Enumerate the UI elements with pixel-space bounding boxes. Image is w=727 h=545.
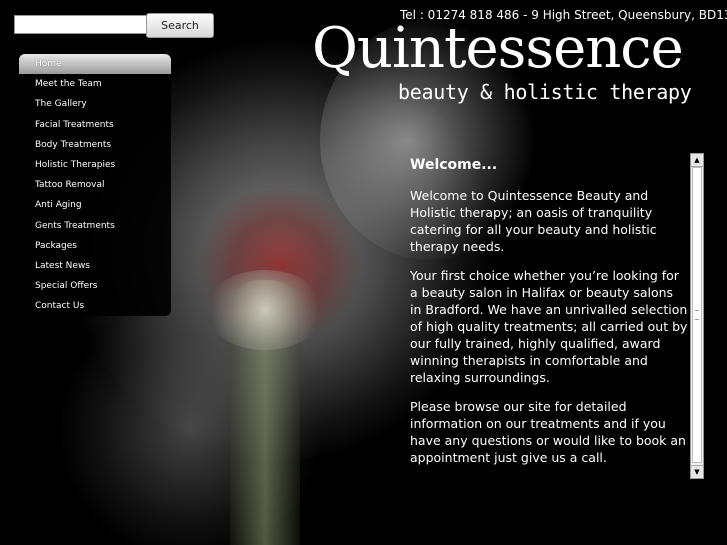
nav-item-meet-the-team[interactable]: Meet the Team <box>19 74 171 94</box>
logo-title[interactable]: Quintessence <box>312 19 684 79</box>
dandelion-seed-head <box>205 270 325 350</box>
welcome-content-panel: Welcome... Welcome to Quintessence Beaut… <box>405 153 688 479</box>
nav-item-gents-treatments[interactable]: Gents Treatments <box>19 216 171 236</box>
search-input[interactable] <box>14 15 148 34</box>
main-navigation: Home Meet the Team The Gallery Facial Tr… <box>19 54 171 316</box>
nav-item-tattoo-removal[interactable]: Tattoo Removal <box>19 175 171 195</box>
welcome-heading: Welcome... <box>410 157 498 173</box>
nav-item-anti-aging[interactable]: Anti Aging <box>19 195 171 215</box>
nav-item-contact-us[interactable]: Contact Us <box>19 296 171 316</box>
welcome-paragraph: Welcome to Quintessence Beauty and Holis… <box>410 188 657 254</box>
content-scrollbar[interactable]: ▲ ▼ <box>690 153 704 479</box>
scroll-up-arrow-icon[interactable]: ▲ <box>691 154 703 167</box>
search-button[interactable]: Search <box>146 13 214 38</box>
nav-item-packages[interactable]: Packages <box>19 236 171 256</box>
scroll-thumb[interactable] <box>692 167 702 463</box>
nav-item-the-gallery[interactable]: The Gallery <box>19 94 171 114</box>
nav-item-body-treatments[interactable]: Body Treatments <box>19 135 171 155</box>
nav-item-latest-news[interactable]: Latest News <box>19 256 171 276</box>
salon-paragraph: Your first choice whether you’re looking… <box>410 268 688 385</box>
nav-item-facial-treatments[interactable]: Facial Treatments <box>19 115 171 135</box>
nav-item-home[interactable]: Home <box>19 54 171 75</box>
scroll-down-arrow-icon[interactable]: ▼ <box>691 465 703 478</box>
logo-subtitle: beauty & holistic therapy <box>398 80 692 104</box>
nav-item-holistic-therapies[interactable]: Holistic Therapies <box>19 155 171 175</box>
browse-paragraph: Please browse our site for detailed info… <box>410 399 686 465</box>
nav-item-special-offers[interactable]: Special Offers <box>19 276 171 296</box>
